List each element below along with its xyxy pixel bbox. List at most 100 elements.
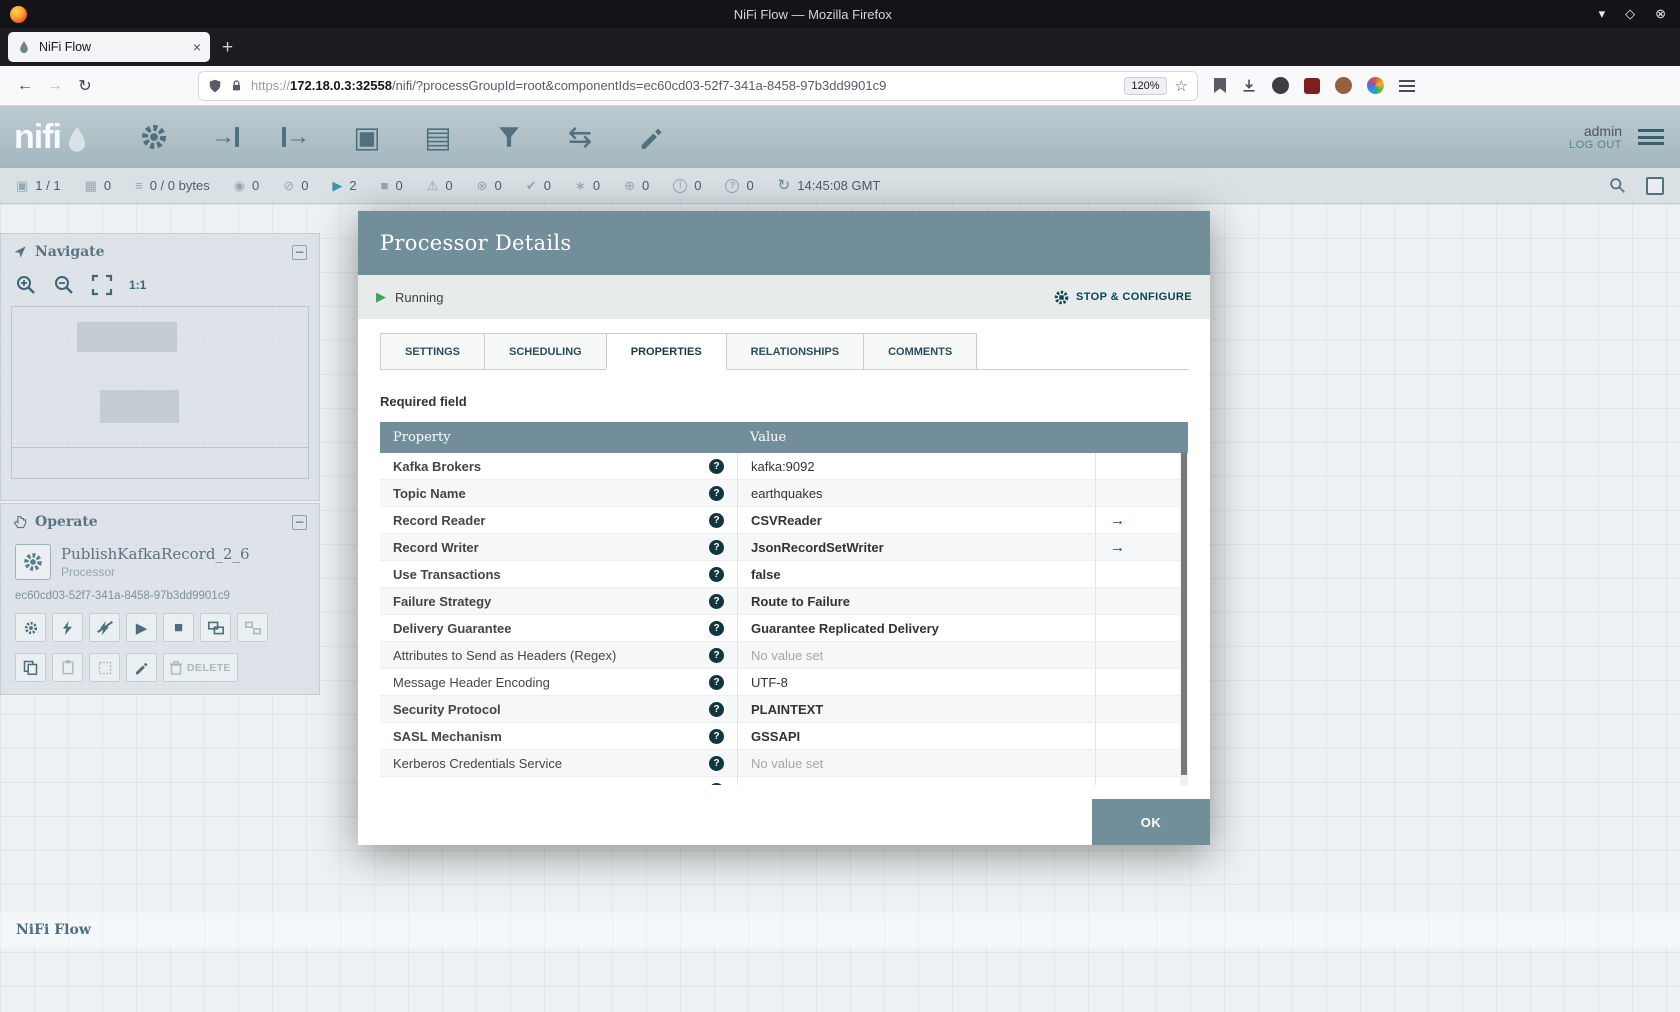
url-bar[interactable]: https://172.18.0.3:32558/nifi/?processGr… — [198, 70, 1198, 101]
downloads-icon[interactable] — [1241, 78, 1257, 94]
selected-component-name: PublishKafkaRecord_2_6 — [61, 545, 250, 563]
zoom-in-button[interactable] — [15, 274, 37, 296]
help-icon[interactable]: ? — [709, 728, 724, 744]
help-icon[interactable]: ? — [709, 593, 724, 609]
ungroup-button[interactable] — [237, 613, 268, 642]
template-tool[interactable]: ⇆ — [557, 116, 603, 158]
processor-tool[interactable] — [131, 116, 177, 158]
running-state-icon: ▶ — [376, 289, 386, 304]
tab-scheduling[interactable]: SCHEDULING — [484, 333, 607, 370]
nifi-drop-icon — [68, 127, 86, 152]
lock-icon[interactable] — [230, 78, 243, 93]
table-row: Use Transactions? false — [380, 561, 1188, 588]
process-group-tool[interactable]: ▣ — [344, 116, 390, 158]
help-icon[interactable]: ? — [709, 755, 724, 771]
funnel-tool[interactable] — [486, 116, 532, 158]
table-row: Message Header Encoding? UTF-8 — [380, 669, 1188, 696]
avatar-extension-icon[interactable] — [1335, 77, 1352, 94]
ublock-extension-icon[interactable] — [1304, 77, 1320, 94]
help-icon[interactable]: ? — [709, 782, 724, 785]
reload-button[interactable]: ↻ — [70, 72, 100, 100]
nifi-global-menu-icon[interactable] — [1638, 129, 1664, 145]
account-extension-icon[interactable] — [1272, 77, 1289, 94]
minimap-processor-block — [100, 390, 179, 423]
stopped-icon: ■ — [380, 178, 389, 193]
remote-process-group-tool[interactable]: ▤ — [415, 116, 461, 158]
last-refreshed-time: 14:45:08 GMT — [797, 178, 881, 193]
label-tool[interactable] — [628, 116, 674, 158]
logout-link[interactable]: LOG OUT — [1569, 139, 1622, 151]
help-icon[interactable]: ? — [709, 485, 724, 501]
table-row: Failure Strategy? Route to Failure — [380, 588, 1188, 615]
status-locally-modified-stale: ! 0 — [673, 178, 701, 193]
go-to-service-icon[interactable]: → — [1110, 539, 1125, 556]
help-icon[interactable]: ? — [709, 539, 724, 555]
tracking-shield-icon[interactable] — [208, 78, 222, 94]
delete-button[interactable]: DELETE — [163, 653, 238, 682]
table-row: Kafka Brokers? kafka:9092 — [380, 453, 1188, 480]
stop-and-configure-button[interactable]: STOP & CONFIGURE — [1053, 289, 1192, 306]
stop-configure-icon — [1054, 290, 1069, 304]
table-scrollbar[interactable] — [1180, 453, 1188, 785]
pinwheel-extension-icon[interactable] — [1367, 77, 1384, 94]
firefox-logo-icon — [10, 5, 27, 23]
zoom-actual-size-button[interactable]: 1:1 — [129, 278, 146, 292]
new-tab-button[interactable]: + — [222, 38, 233, 57]
flow-status-panel-icon[interactable] — [1646, 176, 1664, 195]
tab-relationships[interactable]: RELATIONSHIPS — [725, 333, 865, 370]
help-icon[interactable]: ? — [709, 458, 724, 474]
go-to-service-icon[interactable]: → — [1110, 512, 1125, 529]
table-row: Security Protocol? PLAINTEXT — [380, 696, 1188, 723]
help-icon[interactable]: ? — [709, 647, 724, 663]
start-button[interactable]: ▶ — [126, 613, 157, 642]
tab-comments[interactable]: COMMENTS — [863, 333, 978, 370]
zoom-level-badge[interactable]: 120% — [1124, 76, 1167, 95]
help-icon[interactable]: ? — [709, 566, 724, 582]
operate-panel: Operate − PublishKafkaRecord_2_6 Process… — [0, 503, 320, 695]
window-close-button[interactable]: ⊗ — [1655, 6, 1666, 22]
copy-button[interactable] — [15, 653, 46, 682]
tab-close-icon[interactable]: × — [193, 39, 201, 55]
fill-color-button[interactable] — [126, 653, 157, 682]
back-button[interactable]: ← — [10, 72, 40, 100]
help-icon[interactable]: ? — [709, 512, 724, 528]
window-minimize-button[interactable]: ▾ — [1599, 6, 1606, 22]
output-port-tool[interactable]: → — [273, 116, 319, 158]
search-icon[interactable] — [1609, 177, 1626, 194]
enable-button[interactable] — [52, 613, 83, 642]
scrollbar-thumb[interactable] — [1181, 453, 1187, 776]
processor-details-dialog: Processor Details ▶ Running STOP & CONFI… — [358, 211, 1210, 845]
help-icon[interactable]: ? — [709, 620, 724, 636]
zoom-fit-button[interactable] — [91, 274, 113, 296]
tab-settings[interactable]: SETTINGS — [380, 333, 486, 370]
configure-button[interactable] — [15, 613, 46, 642]
refresh-icon[interactable]: ↻ — [778, 178, 791, 193]
queued-icon: ≡ — [135, 178, 143, 193]
stop-button[interactable]: ■ — [163, 613, 194, 642]
properties-table-header: Property Value — [380, 422, 1188, 453]
breadcrumb[interactable]: NiFi Flow — [16, 922, 91, 938]
input-port-tool[interactable]: → — [202, 116, 248, 158]
disable-button[interactable] — [89, 613, 120, 642]
group-button[interactable] — [200, 613, 231, 642]
help-icon[interactable]: ? — [709, 701, 724, 717]
required-field-label: Required field — [380, 394, 467, 409]
tab-properties[interactable]: PROPERTIES — [605, 333, 727, 370]
browser-tab[interactable]: NiFi Flow × — [8, 32, 210, 62]
pocket-icon[interactable] — [1214, 78, 1226, 93]
bookmark-star-icon[interactable]: ☆ — [1175, 77, 1188, 95]
window-maximize-button[interactable]: ◇ — [1625, 6, 1635, 22]
zoom-out-button[interactable] — [53, 274, 75, 296]
minimap-processor-block — [77, 322, 177, 352]
change-version-button[interactable] — [89, 653, 120, 682]
forward-button[interactable]: → — [40, 72, 70, 100]
breadcrumb-bar: NiFi Flow — [0, 912, 1680, 948]
url-text: https://172.18.0.3:32558/nifi/?processGr… — [251, 78, 887, 93]
birdseye-minimap[interactable] — [11, 306, 309, 448]
collapse-navigate-button[interactable]: − — [292, 244, 307, 260]
help-icon[interactable]: ? — [709, 674, 724, 690]
collapse-operate-button[interactable]: − — [292, 514, 307, 530]
ok-button[interactable]: OK — [1092, 799, 1210, 845]
browser-menu-icon[interactable] — [1399, 79, 1415, 92]
paste-button[interactable] — [52, 653, 83, 682]
